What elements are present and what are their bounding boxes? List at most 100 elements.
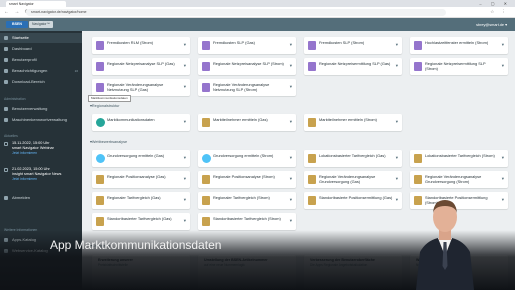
card-menu-icon[interactable]: ▾ <box>184 119 186 125</box>
card-menu-icon[interactable]: ▾ <box>502 63 504 69</box>
news-link[interactable]: Jetzt informieren <box>12 177 82 182</box>
app-icon <box>308 175 316 184</box>
app-card-regionaler-tarifvergleich-strom[interactable]: Regionaler Tarifvergleich (Strom) ▾ <box>198 192 296 209</box>
download-icon <box>4 80 8 84</box>
news-item[interactable]: 15.11.2022, 15:00 Uhr smart Navigator We… <box>0 139 82 155</box>
app-card-grundversorgung-ermitteln-strom[interactable]: Grundversorgung ermitteln (Strom) ▾ <box>198 150 296 167</box>
card-menu-icon[interactable]: ▾ <box>502 42 504 48</box>
app-card-lokationsbasierter-tarifvergleich-gas[interactable]: Lokationsbasierter Tarifvergleich (Gas) ▾ <box>304 150 402 167</box>
sidebar-item-maschinenkennwort[interactable]: Maschinenkennwortverwaltung <box>0 115 82 125</box>
sidebar-item-dashboard[interactable]: Dashboard <box>0 44 82 54</box>
video-caption: App Marktkommunikationsdaten <box>50 238 222 252</box>
sidebar-item-startseite[interactable]: Startseite <box>0 33 82 43</box>
navigator-logo[interactable]: Navigator™ <box>29 21 53 28</box>
sidebar-heading-news: Aktuelles <box>4 134 18 138</box>
browser-window: smart Navigator – ▢ ✕ ← → ⟳ smart-naviga… <box>0 0 515 290</box>
extension-icons[interactable]: ☆ ⋮ <box>490 9 509 15</box>
card-menu-icon[interactable]: ▾ <box>502 197 504 203</box>
sidebar-item-abmelden[interactable]: Abmelden <box>0 193 82 203</box>
app-icon <box>96 62 104 71</box>
news-item[interactable]: 21.02.2023, 15:00 Uhr insight smart Navi… <box>0 165 82 181</box>
app-card-label: Regionale Netzpreisermittlung SLP (Gas) <box>319 61 391 66</box>
app-card-label: Regionaler Tarifvergleich (Strom) <box>213 195 270 200</box>
browser-toolbar: ← → ⟳ smart-navigator.de/navigator/home … <box>0 7 515 18</box>
app-header: BSEN Navigator™ sbrey@smart.de ▾ <box>0 18 515 31</box>
news-link[interactable]: Jetzt informieren <box>12 151 82 156</box>
app-card-label: Fremdkosten RLM (Strom) <box>107 40 154 45</box>
app-card-marktkommunikationsdaten[interactable]: Marktkommunikationsdaten ▾ <box>92 114 190 131</box>
app-card-regionale-veranderungsanalyse-netznutzung-slp-strom[interactable]: Regionale Veränderungsanalyse Netznutzun… <box>198 79 296 96</box>
app-card-regionale-netzpreisermittlung-slp-gas[interactable]: Regionale Netzpreisermittlung SLP (Gas) ▾ <box>304 58 402 75</box>
app-card-hochlastzeitfenster-ermitteln-strom[interactable]: Hochlastzeitfenster ermitteln (Strom) ▾ <box>410 37 508 54</box>
user-icon <box>4 58 8 62</box>
app-card-label: Regionale Veränderungsanalyse Grundverso… <box>319 174 376 184</box>
sidebar-item-download[interactable]: Download-Bereich <box>0 77 82 87</box>
card-menu-icon[interactable]: ▾ <box>290 63 292 69</box>
card-menu-icon[interactable]: ▾ <box>502 155 504 161</box>
calendar-icon <box>4 142 8 146</box>
card-menu-icon[interactable]: ▾ <box>184 176 186 182</box>
key-icon <box>4 118 8 122</box>
card-menu-icon[interactable]: ▾ <box>184 218 186 224</box>
address-bar[interactable]: smart-navigator.de/navigator/home <box>26 9 446 16</box>
sidebar-item-benutzerprofil[interactable]: Benutzerprofil <box>0 55 82 65</box>
app-card-label: Marktkommunikationsdaten <box>107 117 155 122</box>
card-menu-icon[interactable]: ▾ <box>184 197 186 203</box>
section-header-wettbewerb[interactable]: Wettbewerbsanalyse <box>90 139 127 144</box>
app-card-label: Marktteilnehmer ermitteln (Gas) <box>213 117 268 122</box>
card-menu-icon[interactable]: ▾ <box>396 119 398 125</box>
sidebar-item-benutzerverwaltung[interactable]: Benutzerverwaltung <box>0 104 82 114</box>
card-menu-icon[interactable]: ▾ <box>290 155 292 161</box>
card-menu-icon[interactable]: ▾ <box>290 176 292 182</box>
app-card-fremdkosten-rlm-strom[interactable]: Fremdkosten RLM (Strom) ▾ <box>92 37 190 54</box>
card-menu-icon[interactable]: ▾ <box>184 155 186 161</box>
app-card-regionale-netzpreisanalyse-slp-gas[interactable]: Regionale Netzpreisanalyse SLP (Gas) ▾ <box>92 58 190 75</box>
app-card-label: Regionale Positionsanalyse (Gas) <box>107 174 166 179</box>
app-card-regionale-netzpreisermittlung-slp-strom[interactable]: Regionale Netzpreisermittlung SLP (Strom… <box>410 58 508 75</box>
card-menu-icon[interactable]: ▾ <box>396 197 398 203</box>
card-menu-icon[interactable]: ▾ <box>184 84 186 90</box>
card-menu-icon[interactable]: ▾ <box>184 63 186 69</box>
card-menu-icon[interactable]: ▾ <box>290 119 292 125</box>
app-icon <box>308 62 316 71</box>
app-card-lokationsbasierter-tarifvergleich-strom[interactable]: Lokationsbasierter Tarifvergleich (Strom… <box>410 150 508 167</box>
app-card-marktteilnehmer-ermitteln-strom[interactable]: Marktteilnehmer ermitteln (Strom) ▾ <box>304 114 402 131</box>
card-menu-icon[interactable]: ▾ <box>396 63 398 69</box>
card-menu-icon[interactable]: ▾ <box>290 42 292 48</box>
card-menu-icon[interactable]: ▾ <box>290 218 292 224</box>
presenter-video <box>416 200 474 290</box>
app-card-standortbasierte-positionsermittlung-gas[interactable]: Standortbasierte Positionsermittlung (Ga… <box>304 192 402 209</box>
card-menu-icon[interactable]: ▾ <box>396 176 398 182</box>
app-icon <box>414 41 422 50</box>
app-card-standortbasierter-tarifvergleich-strom[interactable]: Standortbasierter Tarifvergleich (Strom)… <box>198 213 296 230</box>
app-card-regionale-positionsanalyse-strom[interactable]: Regionale Positionsanalyse (Strom) ▾ <box>198 171 296 188</box>
app-icon <box>414 154 422 163</box>
bsen-logo[interactable]: BSEN <box>6 21 28 28</box>
app-icon <box>202 154 211 163</box>
sidebar-item-benachrichtigungen[interactable]: Benachrichtigungen 16 <box>0 66 82 76</box>
card-menu-icon[interactable]: ▾ <box>396 42 398 48</box>
card-menu-icon[interactable]: ▾ <box>184 42 186 48</box>
app-card-grundversorgung-ermitteln-gas[interactable]: Grundversorgung ermitteln (Gas) ▾ <box>92 150 190 167</box>
app-card-label: Standortbasierte Positionsermittlung (Ga… <box>319 195 393 200</box>
user-menu[interactable]: sbrey@smart.de ▾ <box>476 22 507 27</box>
section-header-regionalstruktur[interactable]: Regionalstruktur <box>90 103 120 108</box>
card-menu-icon[interactable]: ▾ <box>502 176 504 182</box>
app-card-standortbasierter-tarifvergleich-gas[interactable]: Standortbasierter Tarifvergleich (Gas) ▾ <box>92 213 190 230</box>
app-card-fremdkosten-slp-strom[interactable]: Fremdkosten SLP (Strom) ▾ <box>304 37 402 54</box>
app-card-regionale-positionsanalyse-gas[interactable]: Regionale Positionsanalyse (Gas) ▾ <box>92 171 190 188</box>
card-menu-icon[interactable]: ▾ <box>290 197 292 203</box>
app-card-label: Fremdkosten SLP (Strom) <box>319 40 365 45</box>
app-icon <box>96 41 104 50</box>
app-card-fremdkosten-slp-gas[interactable]: Fremdkosten SLP (Gas) ▾ <box>198 37 296 54</box>
app-card-regionaler-tarifvergleich-gas[interactable]: Regionaler Tarifvergleich (Gas) ▾ <box>92 192 190 209</box>
app-icon <box>308 41 316 50</box>
app-card-marktteilnehmer-ermitteln-gas[interactable]: Marktteilnehmer ermitteln (Gas) ▾ <box>198 114 296 131</box>
window-controls[interactable]: – ▢ ✕ <box>479 1 511 6</box>
app-card-label: Lokationsbasierter Tarifvergleich (Gas) <box>319 153 386 158</box>
app-card-regionale-veranderungsanalyse-grundversorgung-gas[interactable]: Regionale Veränderungsanalyse Grundverso… <box>304 171 402 188</box>
card-menu-icon[interactable]: ▾ <box>290 84 292 90</box>
app-card-regionale-veranderungsanalyse-netznutzung-slp-gas[interactable]: Regionale Veränderungsanalyse Netznutzun… <box>92 79 190 96</box>
card-menu-icon[interactable]: ▾ <box>396 155 398 161</box>
app-card-regionale-netzpreisanalyse-slp-strom[interactable]: Regionale Netzpreisanalyse SLP (Strom) ▾ <box>198 58 296 75</box>
